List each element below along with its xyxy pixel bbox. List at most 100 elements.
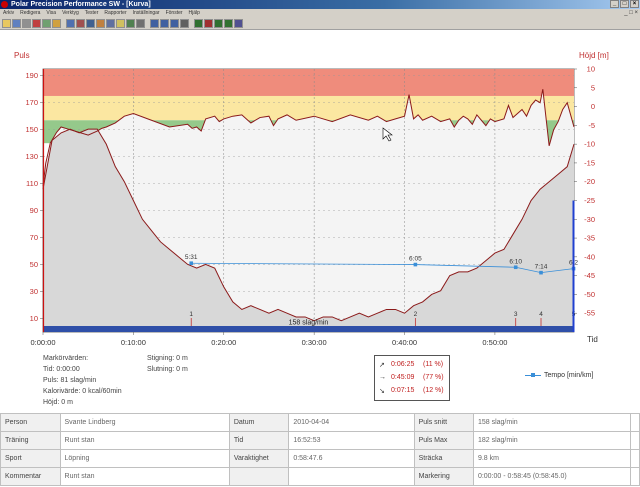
details-value: 0:58:47.6: [288, 449, 415, 468]
exercise-details-table: Person Svante Lindberg Datum 2010-04-04 Puls…: [0, 413, 640, 486]
ratio-row-downhill: ↘ 0:07:15 (12 %): [379, 384, 445, 397]
menu-edit[interactable]: Redigera: [17, 9, 43, 17]
details-value: 16:52:53: [288, 431, 415, 450]
heart-chart-icon[interactable]: [204, 18, 213, 28]
altitude-chart-icon[interactable]: [214, 18, 223, 28]
lap-label: 2: [414, 311, 418, 318]
marker-title: Markörvärden:: [43, 355, 89, 362]
details-value: Svante Lindberg: [59, 413, 230, 432]
menu-tests[interactable]: Tester: [82, 9, 102, 17]
folder-icon[interactable]: [116, 18, 125, 28]
y-right-tick-label: -5: [588, 121, 595, 130]
menu-tools[interactable]: Verktyg: [59, 9, 82, 17]
pace-point: [189, 261, 194, 266]
window-titlebar: Polar Precision Performance SW - [Kurva]…: [0, 0, 640, 9]
y-left-tick-label: 150: [25, 125, 38, 134]
cut-icon[interactable]: [32, 18, 41, 28]
menu-settings[interactable]: Inställningar: [130, 9, 163, 17]
y-left-tick-label: 110: [26, 179, 38, 188]
marker-climb: Stigning: 0 m: [147, 355, 188, 362]
y-left-tick-label: 50: [30, 260, 38, 269]
close-button[interactable]: ×: [630, 0, 639, 8]
trend-icon[interactable]: [126, 18, 135, 28]
copy-icon[interactable]: [42, 18, 51, 28]
details-filler: [630, 467, 640, 486]
pace-legend-marker: [525, 373, 541, 377]
exercise-icon[interactable]: [86, 18, 95, 28]
details-value: 182 slag/min: [472, 431, 632, 450]
ratio-percent: (77 %): [423, 374, 444, 381]
zoom-fit-icon[interactable]: [170, 18, 179, 28]
tools-icon[interactable]: [136, 18, 145, 28]
details-value: Runt stan: [59, 431, 230, 450]
x-axis-label: Tid: [587, 335, 598, 344]
pace-legend-label: Tempo [min/km]: [544, 372, 594, 379]
bar-chart-icon[interactable]: [194, 18, 203, 28]
save-icon[interactable]: [12, 18, 21, 28]
search-icon[interactable]: [180, 18, 189, 28]
details-value: 158 slag/min: [472, 413, 632, 432]
pace-label: 6:05: [409, 256, 422, 263]
details-label: Datum: [228, 413, 290, 432]
ratio-row-flat: → 0:45:09 (77 %): [379, 371, 445, 384]
downhill-arrow-icon: ↘: [379, 387, 385, 395]
y-right-tick-label: 0: [591, 102, 595, 111]
lap-label: 1: [189, 311, 193, 318]
menu-file[interactable]: Arkiv: [0, 9, 17, 17]
cadence-bar-label: 158 slag/min: [289, 320, 329, 327]
details-filler: [630, 431, 640, 450]
x-tick-label: 0:10:00: [121, 338, 146, 347]
pace-point: [513, 265, 518, 270]
zoom-in-icon[interactable]: [150, 18, 159, 28]
marker-time: Tid: 0:00:00: [43, 366, 80, 373]
details-value: 0:00:00 - 0:58:45 (0:58:45.0): [472, 467, 632, 486]
y-right-tick-label: -25: [584, 196, 595, 205]
details-filler: [630, 413, 640, 432]
calendar-icon[interactable]: [66, 18, 75, 28]
menu-view[interactable]: Visa: [43, 9, 59, 17]
person-icon[interactable]: [96, 18, 105, 28]
chart-legend[interactable]: Tempo [min/km]: [525, 372, 593, 379]
y-left-tick-label: 130: [25, 152, 38, 161]
y-left-axis-label: Puls: [14, 51, 30, 60]
marker-descent: Slutning: 0 m: [147, 366, 188, 373]
mdi-controls[interactable]: _ □ ×: [624, 9, 638, 17]
print-icon[interactable]: [22, 18, 31, 28]
details-row: Person Svante Lindberg Datum 2010-04-04 Puls…: [0, 413, 640, 432]
menu-help[interactable]: Hjälp: [186, 9, 203, 17]
details-label: Varaktighet: [228, 449, 290, 468]
menu-window[interactable]: Fönster: [163, 9, 186, 17]
marker-pulse: Puls: 81 slag/min: [43, 377, 97, 384]
speed-chart-icon[interactable]: [224, 18, 233, 28]
maximize-button[interactable]: □: [620, 0, 629, 8]
curve-chart[interactable]: 5:316:056:107:146:2158 slag/min123451901…: [0, 31, 640, 406]
ratio-percent: (11 %): [423, 361, 444, 368]
report-icon[interactable]: [106, 18, 115, 28]
details-label: Person: [0, 413, 61, 432]
details-label: Tid: [228, 431, 290, 450]
menu-reports[interactable]: Rapporter: [101, 9, 129, 17]
flat-arrow-icon: →: [379, 374, 386, 381]
open-icon[interactable]: [2, 18, 11, 28]
y-right-axis-label: Höjd [m]: [579, 51, 609, 60]
y-right-tick-label: 5: [591, 83, 595, 92]
zoom-out-icon[interactable]: [160, 18, 169, 28]
x-tick-label: 0:30:00: [302, 338, 327, 347]
menu-bar: Arkiv Redigera Visa Verktyg Tester Rappo…: [0, 9, 640, 17]
x-tick-label: 0:40:00: [392, 338, 417, 347]
tests-icon[interactable]: [76, 18, 85, 28]
paste-icon[interactable]: [52, 18, 61, 28]
details-label: Kommentar: [0, 467, 61, 486]
pace-label: 7:14: [535, 264, 548, 271]
details-value: 9.8 km: [472, 449, 632, 468]
details-value: Löpning: [59, 449, 230, 468]
minimize-button[interactable]: _: [610, 0, 619, 8]
compare-icon[interactable]: [234, 18, 243, 28]
lap-label: 4: [539, 311, 543, 318]
y-right-tick-label: -15: [584, 158, 595, 167]
y-left-tick-label: 190: [25, 71, 38, 80]
uphill-arrow-icon: ↗: [379, 361, 385, 369]
ratio-time: 0:07:15: [391, 387, 415, 394]
details-label: Träning: [0, 431, 61, 450]
y-left-tick-label: 170: [25, 98, 38, 107]
